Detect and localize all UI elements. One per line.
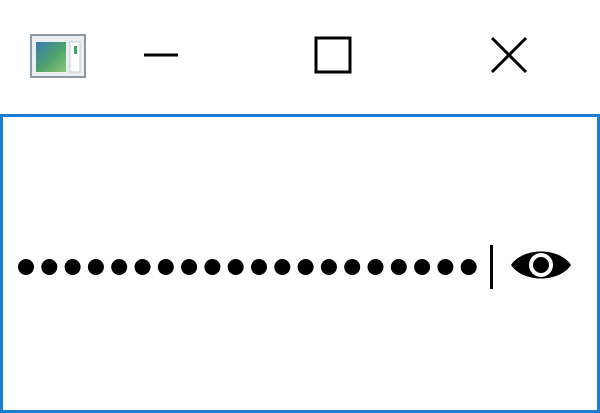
password-mask-dot bbox=[64, 259, 81, 275]
maximize-icon bbox=[313, 35, 353, 79]
password-input[interactable] bbox=[15, 237, 495, 297]
title-bar[interactable] bbox=[0, 0, 600, 114]
password-mask-dot bbox=[204, 259, 221, 275]
password-mask-dot bbox=[41, 259, 58, 275]
password-mask-dot bbox=[414, 259, 431, 275]
reveal-password-button[interactable] bbox=[507, 235, 575, 299]
password-mask bbox=[18, 259, 477, 275]
password-mask-dot bbox=[18, 259, 34, 275]
password-mask-dot bbox=[134, 259, 151, 275]
password-mask-dot bbox=[297, 259, 314, 275]
maximize-button[interactable] bbox=[290, 0, 376, 114]
password-mask-dot bbox=[274, 259, 291, 275]
minimize-button[interactable] bbox=[118, 0, 204, 114]
password-mask-dot bbox=[157, 259, 174, 275]
eye-icon bbox=[509, 243, 573, 291]
close-button[interactable] bbox=[466, 0, 552, 114]
password-mask-dot bbox=[390, 259, 407, 275]
password-mask-dot bbox=[320, 259, 337, 275]
password-mask-dot bbox=[460, 259, 477, 275]
minimize-icon bbox=[141, 35, 181, 79]
password-mask-dot bbox=[251, 259, 267, 275]
app-window-icon[interactable] bbox=[30, 34, 86, 78]
client-area bbox=[0, 114, 600, 413]
password-mask-dot bbox=[437, 259, 454, 275]
text-caret bbox=[490, 245, 493, 289]
password-mask-dot bbox=[87, 259, 104, 275]
close-icon bbox=[489, 35, 529, 79]
password-mask-dot bbox=[227, 259, 244, 275]
password-mask-dot bbox=[344, 259, 361, 275]
password-mask-dot bbox=[367, 259, 384, 275]
password-mask-dot bbox=[181, 259, 198, 275]
password-mask-dot bbox=[111, 259, 128, 275]
app-window bbox=[0, 0, 600, 413]
